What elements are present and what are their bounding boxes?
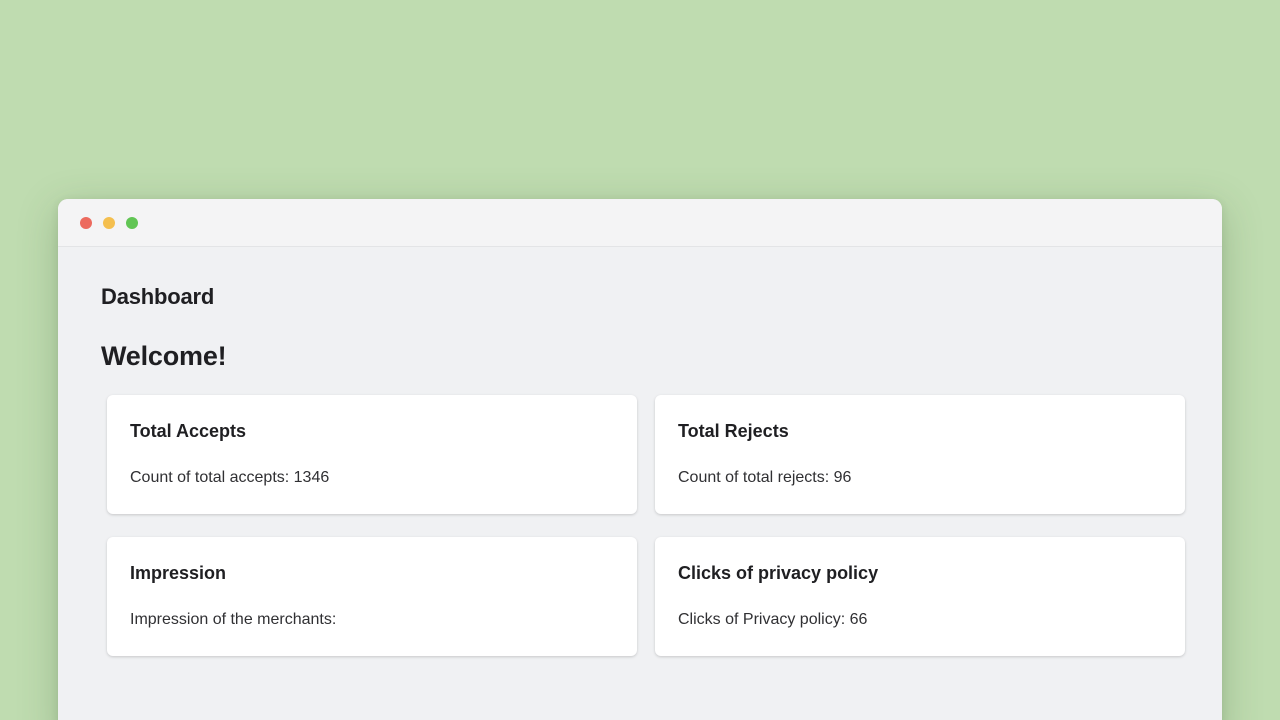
card-total-accepts: Total Accepts Count of total accepts: 13… — [107, 395, 637, 514]
card-title: Clicks of privacy policy — [678, 563, 879, 583]
app-window: Dashboard Welcome! Total Accepts Count o… — [58, 199, 1222, 720]
close-window-button[interactable] — [80, 217, 92, 229]
welcome-heading: Welcome! — [101, 341, 227, 371]
card-title: Impression — [130, 563, 227, 583]
card-total-rejects: Total Rejects Count of total rejects: 96 — [655, 395, 1185, 514]
card-text: Count of total rejects: 96 — [678, 469, 852, 486]
card-text: Impression of the merchants: — [130, 611, 337, 628]
card-impression: Impression Impression of the merchants: — [107, 537, 637, 656]
window-titlebar — [58, 199, 1222, 247]
card-title: Total Accepts — [130, 421, 247, 441]
maximize-window-button[interactable] — [126, 217, 138, 229]
card-text: Clicks of Privacy policy: 66 — [678, 611, 868, 628]
page-title: Dashboard — [101, 284, 215, 309]
card-privacy-policy-clicks: Clicks of privacy policy Clicks of Priva… — [655, 537, 1185, 656]
card-text: Count of total accepts: 1346 — [130, 469, 330, 486]
card-title: Total Rejects — [678, 421, 789, 441]
minimize-window-button[interactable] — [103, 217, 115, 229]
